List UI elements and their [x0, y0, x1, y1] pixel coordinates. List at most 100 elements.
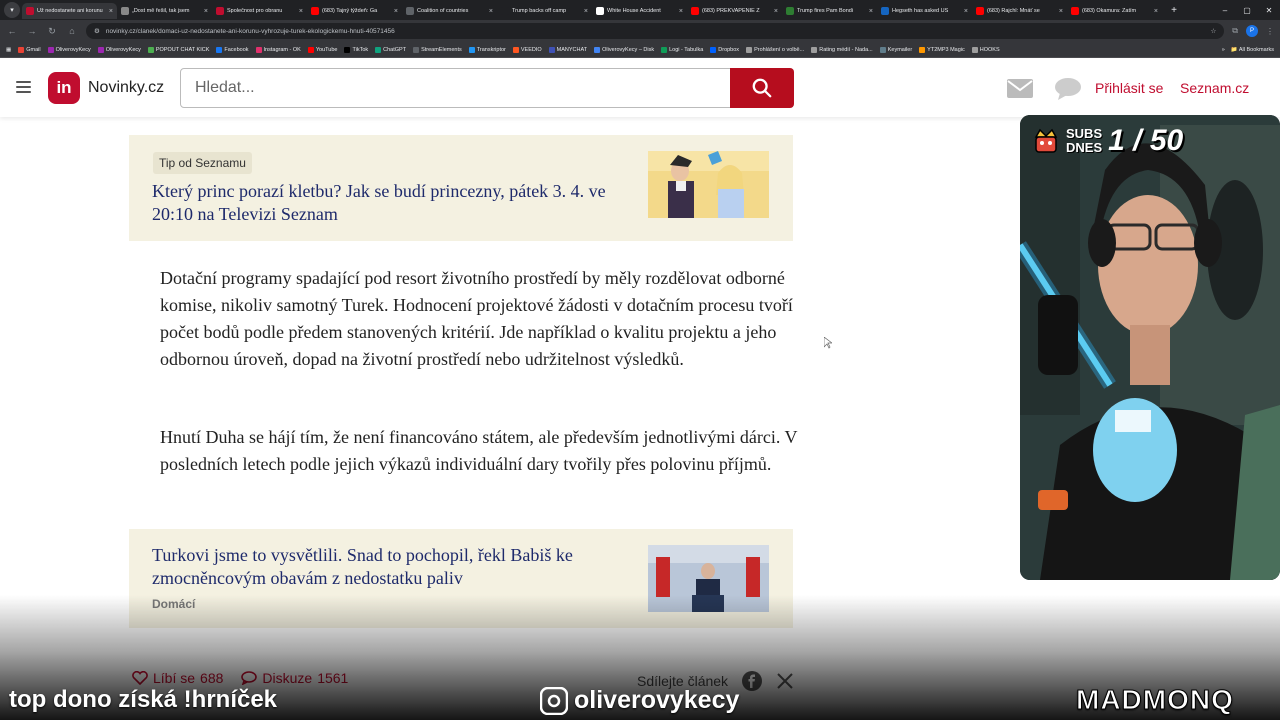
site-info-icon[interactable]: ⚙ — [94, 27, 100, 35]
login-link[interactable]: Přihlásit se — [1095, 80, 1163, 96]
bookmark-label: TikTok — [352, 46, 369, 53]
browser-tab[interactable]: White House Accident × — [592, 3, 687, 19]
bookmark-label: Prohlášení o volbě... — [754, 46, 805, 53]
tab-close-icon[interactable]: × — [394, 8, 398, 15]
chat-icon[interactable] — [1054, 77, 1082, 101]
bookmark-item[interactable]: Facebook — [216, 46, 249, 53]
promo-thumbnail-fairytale[interactable] — [648, 151, 769, 218]
bookmark-favicon-icon — [255, 46, 262, 53]
tab-title: „Dost mě řešil, tak jsem — [132, 8, 190, 14]
tab-close-icon[interactable]: × — [774, 8, 778, 15]
tab-close-icon[interactable]: × — [584, 8, 588, 15]
tab-title: Společnost pro obranu — [227, 8, 283, 14]
discussion-button[interactable]: Diskuze 1561 — [241, 670, 348, 686]
related-article-thumbnail[interactable] — [648, 545, 769, 612]
tab-search-button[interactable]: ▾ — [4, 2, 20, 18]
bookmark-item[interactable]: YT2MP3 Magic — [919, 46, 965, 53]
bookmark-item[interactable]: OliverovyKecy — [47, 46, 91, 53]
extensions-icon[interactable]: ⧉ — [1232, 26, 1238, 36]
hamburger-menu-icon[interactable] — [16, 81, 31, 93]
search-input[interactable] — [180, 68, 731, 108]
bookmark-label: OliverovyKecy – Disk — [602, 46, 655, 53]
bookmark-item[interactable]: YouTube — [307, 46, 337, 53]
menu-icon[interactable]: ⋮ — [1266, 27, 1274, 36]
tab-close-icon[interactable]: × — [1154, 8, 1158, 15]
profile-avatar[interactable]: P — [1246, 25, 1258, 37]
bookmark-star-icon[interactable]: ☆ — [1210, 27, 1216, 35]
tab-title: (683) Okamura: Zatím — [1082, 8, 1137, 14]
browser-tab[interactable]: Trump backs off camp × — [497, 3, 592, 19]
tab-close-icon[interactable]: × — [204, 8, 208, 15]
bookmark-item[interactable]: Prohlášení o volbě... — [746, 46, 805, 53]
tab-favicon-icon — [501, 7, 509, 15]
browser-tab[interactable]: Hegseth has asked US × — [877, 3, 972, 19]
bookmark-item[interactable]: OliverovyKecy — [97, 46, 141, 53]
tab-close-icon[interactable]: × — [299, 8, 303, 15]
tab-close-icon[interactable]: × — [964, 8, 968, 15]
browser-tab[interactable]: „Dost mě řešil, tak jsem × — [117, 3, 212, 19]
browser-tab[interactable]: (683) PREKVAPENIE Z × — [687, 3, 782, 19]
close-window-icon[interactable]: ✕ — [1258, 6, 1280, 15]
tab-close-icon[interactable]: × — [869, 8, 873, 15]
bookmark-label: OliverovyKecy — [55, 46, 91, 53]
bookmark-item[interactable]: POPOUT CHAT KICK — [147, 46, 209, 53]
bookmark-item[interactable]: Transkriptor — [468, 46, 506, 53]
reload-icon[interactable]: ↻ — [46, 26, 58, 37]
brand-name[interactable]: Novinky.cz — [88, 79, 164, 97]
browser-tab[interactable]: (683) Tajný týždeň: Ga × — [307, 3, 402, 19]
forward-icon[interactable]: → — [26, 26, 38, 36]
bookmark-favicon-icon — [307, 46, 314, 53]
address-bar[interactable]: ⚙ novinky.cz/clanek/domaci-uz-nedostanet… — [86, 23, 1225, 39]
tab-close-icon[interactable]: × — [109, 8, 113, 15]
facebook-icon[interactable] — [742, 671, 763, 691]
home-icon[interactable]: ⌂ — [66, 26, 78, 36]
tab-title: Hegseth has asked US — [892, 8, 949, 14]
bookmark-item[interactable]: ChatGPT — [375, 46, 406, 53]
minimize-icon[interactable]: – — [1214, 6, 1236, 15]
seznam-link[interactable]: Seznam.cz — [1180, 80, 1249, 96]
bookmarks-bar: ▦ Gmail OliverovyKecy OliverovyKecy POPOUT … — [0, 42, 1280, 58]
tab-favicon-icon — [26, 7, 34, 15]
browser-tab[interactable]: (683) Rajchl: Mnáť se × — [972, 3, 1067, 19]
subs-count: 1 / 50 — [1108, 124, 1184, 157]
bookmark-item[interactable]: Rating médií - Nada... — [811, 46, 873, 53]
bookmark-item[interactable]: TikTok — [344, 46, 369, 53]
search-button[interactable] — [730, 68, 794, 108]
browser-toolbar: ← → ↻ ⌂ ⚙ novinky.cz/clanek/domaci-uz-ne… — [0, 20, 1280, 42]
x-icon[interactable] — [776, 672, 794, 690]
related-article-link[interactable]: Turkovi jsme to vysvětlili. Snad to poch… — [152, 544, 622, 590]
bookmark-item[interactable]: VEEDIO — [512, 46, 542, 53]
novinky-logo[interactable]: in — [48, 72, 80, 104]
bookmark-label: Transkriptor — [476, 46, 506, 53]
all-bookmarks-link[interactable]: 📁 All Bookmarks — [1231, 47, 1274, 53]
browser-tab[interactable]: Společnost pro obranu × — [212, 3, 307, 19]
browser-tab[interactable]: Už nedostanete ani korunu × — [22, 3, 117, 19]
tab-close-icon[interactable]: × — [1059, 8, 1063, 15]
bookmark-item[interactable]: Instagram - OK — [255, 46, 301, 53]
bookmark-item[interactable]: MANYCHAT — [548, 46, 587, 53]
bookmark-item[interactable]: Keymailer — [879, 46, 912, 53]
mail-icon[interactable] — [1007, 79, 1033, 98]
bookmark-item[interactable]: Dropbox — [710, 46, 739, 53]
bookmark-item[interactable]: Logi - Tabulka — [661, 46, 703, 53]
tab-close-icon[interactable]: × — [489, 8, 493, 15]
bookmark-label: Gmail — [26, 46, 41, 53]
bookmark-item[interactable]: HOOKS — [971, 46, 1000, 53]
bookmark-item[interactable]: OliverovyKecy – Disk — [594, 46, 655, 53]
more-bookmarks-icon[interactable]: » — [1222, 47, 1225, 53]
promo-title-link[interactable]: Který princ porazí kletbu? Jak se budí p… — [152, 180, 632, 226]
new-tab-button[interactable]: + — [1166, 5, 1182, 16]
tab-title: (683) Tajný týždeň: Ga — [322, 8, 378, 14]
like-label: Líbí se — [153, 670, 196, 686]
back-icon[interactable]: ← — [6, 26, 18, 36]
apps-icon[interactable]: ▦ — [6, 47, 11, 53]
browser-tab[interactable]: Trump fires Pam Bondi × — [782, 3, 877, 19]
like-button[interactable]: Líbí se 688 — [132, 670, 223, 686]
bookmark-item[interactable]: Gmail — [18, 46, 41, 53]
browser-tab[interactable]: (683) Okamura: Zatím × — [1067, 3, 1162, 19]
maximize-icon[interactable]: ▢ — [1236, 6, 1258, 15]
bookmark-favicon-icon — [879, 46, 886, 53]
tab-close-icon[interactable]: × — [679, 8, 683, 15]
bookmark-item[interactable]: StreamElements — [413, 46, 462, 53]
browser-tab[interactable]: Coalition of countries × — [402, 3, 497, 19]
